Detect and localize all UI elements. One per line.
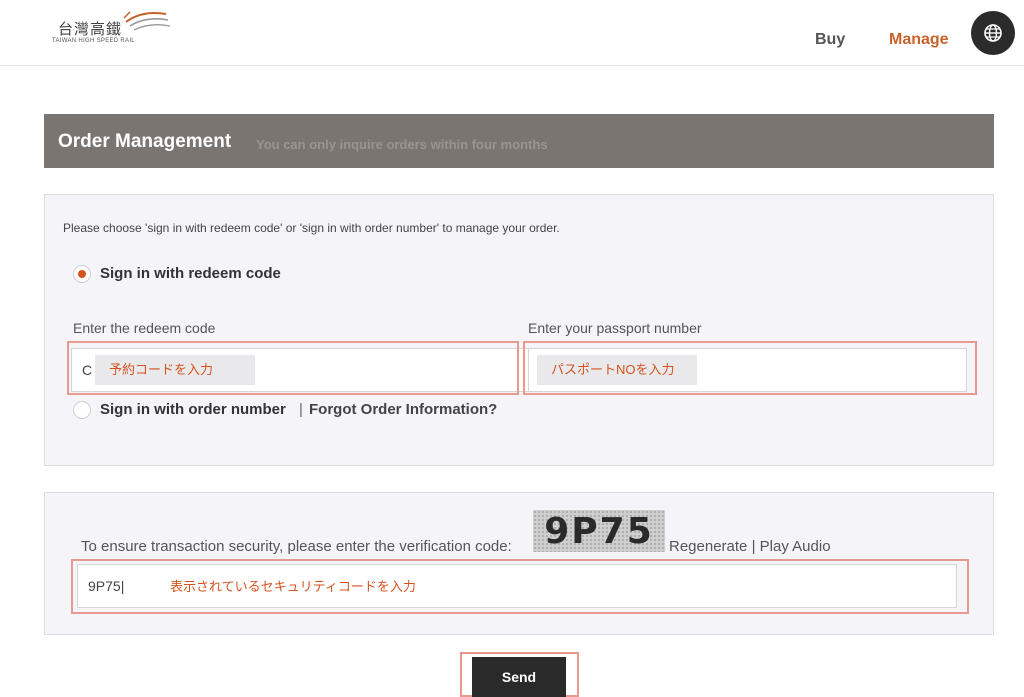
order-number-radio-label[interactable]: Sign in with order number bbox=[100, 401, 286, 418]
logo-english-text: TAIWAN HIGH SPEED RAIL bbox=[52, 38, 135, 44]
verification-code-hint: 表示されているセキュリティコードを入力 bbox=[170, 579, 416, 594]
nav-buy-link[interactable]: Buy bbox=[815, 31, 845, 49]
globe-icon bbox=[984, 24, 1002, 42]
site-header: 台灣高鐵 TAIWAN HIGH SPEED RAIL Buy Manage bbox=[0, 0, 1024, 66]
captcha-text: 9P75 bbox=[544, 510, 654, 552]
regenerate-link[interactable]: Regenerate bbox=[669, 538, 747, 555]
verification-panel: To ensure transaction security, please e… bbox=[44, 492, 994, 635]
logo-chinese-text: 台灣高鐵 bbox=[58, 21, 123, 38]
order-number-radio[interactable] bbox=[73, 401, 91, 419]
thsr-logo[interactable]: 台灣高鐵 TAIWAN HIGH SPEED RAIL bbox=[52, 8, 182, 48]
logo-swoosh-icon bbox=[123, 11, 171, 31]
captcha-actions-separator: | bbox=[751, 538, 756, 555]
verification-code-value: 9P75| bbox=[88, 578, 125, 594]
passport-hint: パスポートNOを入力 bbox=[537, 355, 697, 385]
page-title: Order Management bbox=[58, 131, 232, 152]
nav-manage-link[interactable]: Manage bbox=[889, 31, 949, 49]
redeem-code-label: Enter the redeem code bbox=[73, 320, 216, 336]
captcha-actions: Regenerate | Play Audio bbox=[669, 538, 831, 555]
redeem-code-hint: 予約コードを入力 bbox=[95, 355, 255, 385]
redeem-code-input[interactable]: C 予約コードを入力 bbox=[71, 348, 539, 392]
verification-code-input[interactable]: 9P75| 表示されているセキュリティコードを入力 bbox=[77, 564, 957, 608]
sign-in-instruction: Please choose 'sign in with redeem code'… bbox=[63, 221, 560, 235]
verification-instruction: To ensure transaction security, please e… bbox=[81, 538, 512, 555]
order-management-title-bar: Order Management You can only inquire or… bbox=[44, 114, 994, 168]
passport-label: Enter your passport number bbox=[528, 320, 702, 336]
language-button[interactable] bbox=[971, 11, 1015, 55]
send-button[interactable]: Send bbox=[472, 657, 566, 697]
page-subtitle: You can only inquire orders within four … bbox=[256, 137, 548, 152]
captcha-image: 9P75 bbox=[533, 510, 665, 552]
redeem-code-radio[interactable] bbox=[73, 265, 91, 283]
play-audio-link[interactable]: Play Audio bbox=[760, 538, 831, 555]
redeem-code-radio-label[interactable]: Sign in with redeem code bbox=[100, 265, 281, 282]
passport-input[interactable]: パスポートNOを入力 bbox=[528, 348, 967, 392]
redeem-code-value: C bbox=[82, 362, 93, 378]
sign-in-panel: Please choose 'sign in with redeem code'… bbox=[44, 194, 994, 466]
option-separator: | bbox=[299, 401, 303, 418]
forgot-order-info-link[interactable]: Forgot Order Information? bbox=[309, 401, 497, 418]
